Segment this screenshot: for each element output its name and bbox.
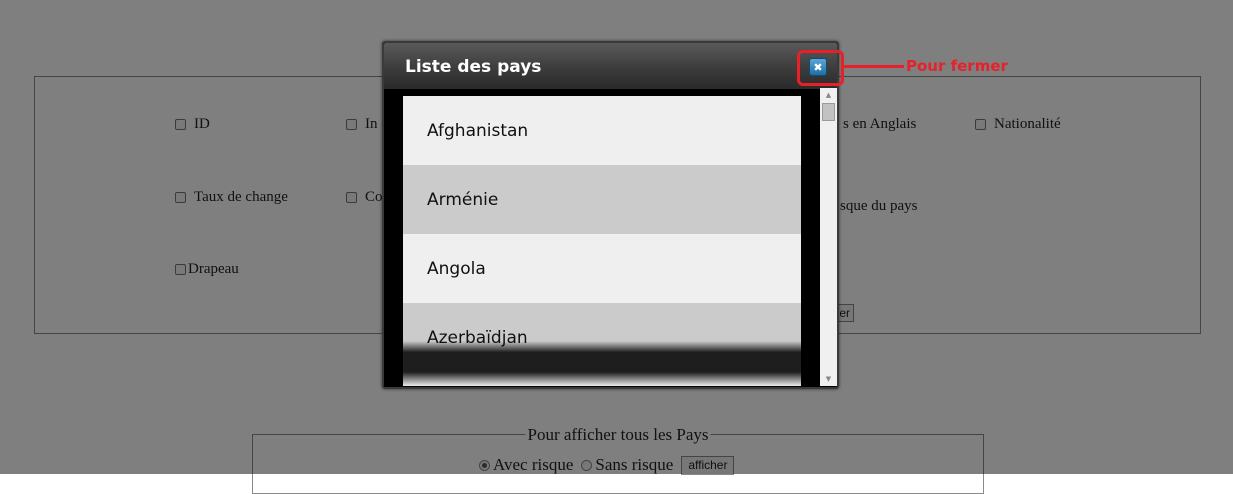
country-name: Afghanistan [427,120,529,141]
list-item[interactable]: Azerbaïdjan [403,303,801,372]
annotation-pointer-line [844,65,904,68]
dialog-title: Liste des pays [405,57,542,77]
country-name: Angola [427,258,486,279]
list-item[interactable]: Afghanistan [403,96,801,165]
dialog-header: Liste des pays ✖ [384,43,837,89]
annotation-label: Pour fermer [906,57,1008,75]
list-scrollbar[interactable]: ▲ ▼ [820,88,837,386]
page: ID In s en Anglais Nationalité Taux de c… [0,0,1233,494]
country-name: Azerbaïdjan [427,327,528,348]
close-highlight-box [797,50,844,86]
list-item[interactable] [403,372,801,386]
scroll-up-arrow-icon[interactable]: ▲ [820,88,837,102]
scroll-thumb[interactable] [822,103,835,121]
list-item[interactable]: Arménie [403,165,801,234]
scroll-down-arrow-icon[interactable]: ▼ [820,372,837,386]
country-list-dialog: Liste des pays ✖ Afghanistan Arménie Ang… [382,41,839,389]
list-item[interactable]: Angola [403,234,801,303]
country-name: Arménie [427,189,499,210]
country-list[interactable]: Afghanistan Arménie Angola Azerbaïdjan [403,96,801,386]
